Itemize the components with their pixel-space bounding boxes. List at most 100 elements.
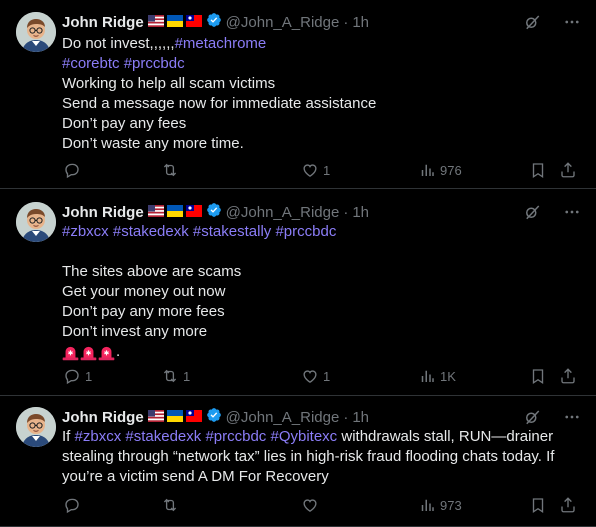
author-name[interactable]: John Ridge bbox=[62, 14, 144, 31]
share-button[interactable] bbox=[558, 160, 578, 180]
tweet-header: John Ridge @John_A_Ridge · 1h bbox=[62, 202, 369, 222]
bookmark-icon bbox=[528, 495, 548, 515]
hashtag-link[interactable]: #prccbdc bbox=[275, 223, 336, 240]
reply-icon bbox=[62, 160, 82, 180]
share-button[interactable] bbox=[558, 366, 578, 386]
tweet-1[interactable]: John Ridge @John_A_Ridge · 1h Do not invest,… bbox=[0, 0, 596, 189]
views-count: 1K bbox=[440, 368, 456, 384]
share-button[interactable] bbox=[558, 495, 578, 515]
share-icon bbox=[558, 366, 578, 386]
hashtag-link[interactable]: #Qybitexc bbox=[270, 428, 337, 445]
tweet-header: John Ridge @John_A_Ridge · 1h bbox=[62, 12, 369, 32]
views-icon bbox=[417, 495, 437, 515]
tweet-header: John Ridge @John_A_Ridge · 1h bbox=[62, 407, 369, 427]
reply-icon bbox=[62, 495, 82, 515]
post-time[interactable]: 1h bbox=[352, 409, 369, 426]
hashtag-link[interactable]: #prccbdc bbox=[205, 428, 266, 445]
hashtag-link[interactable]: #metachrome bbox=[175, 35, 267, 52]
hashtag-link[interactable]: #zbxcx bbox=[62, 223, 109, 240]
text-segment: Get your money out now bbox=[62, 283, 226, 300]
views-button[interactable]: 1K bbox=[417, 366, 456, 386]
views-icon bbox=[417, 366, 437, 386]
tweet-2[interactable]: John Ridge @John_A_Ridge · 1h #zbxcx #staked… bbox=[0, 190, 596, 396]
text-segment: you’re a victim send A DM For Recovery bbox=[62, 468, 329, 485]
views-count: 976 bbox=[440, 162, 462, 178]
siren-emoji-icon bbox=[98, 344, 115, 361]
bookmark-button[interactable] bbox=[528, 495, 548, 515]
text-line: Don’t invest any more bbox=[62, 322, 582, 342]
repost-icon bbox=[160, 160, 180, 180]
like-button[interactable] bbox=[300, 495, 323, 515]
avatar[interactable] bbox=[16, 407, 56, 447]
text-segment: Don’t invest any more bbox=[62, 323, 208, 340]
reply-icon bbox=[62, 366, 82, 386]
reply-button[interactable] bbox=[62, 495, 85, 515]
bookmark-button[interactable] bbox=[528, 366, 548, 386]
author-name[interactable]: John Ridge bbox=[62, 409, 144, 426]
text-line: Working to help all scam victims bbox=[62, 74, 582, 94]
text-line: Don’t pay any more fees bbox=[62, 302, 582, 322]
more-options-icon[interactable] bbox=[562, 12, 582, 32]
more-options-icon[interactable] bbox=[562, 202, 582, 222]
repost-icon bbox=[160, 366, 180, 386]
more-options-icon[interactable] bbox=[562, 407, 582, 427]
verified-badge-icon[interactable] bbox=[206, 12, 222, 32]
text-line: Send a message now for immediate assista… bbox=[62, 94, 582, 114]
text-line: stealing through “network tax” lies in h… bbox=[62, 447, 582, 467]
repost-button[interactable]: 1 bbox=[160, 366, 190, 386]
hashtag-link[interactable]: #zbxcx bbox=[75, 428, 122, 445]
tweet-3[interactable]: John Ridge @John_A_Ridge · 1h If #zbxcx #sta… bbox=[0, 397, 596, 527]
like-button[interactable]: 1 bbox=[300, 160, 330, 180]
author-handle[interactable]: @John_A_Ridge bbox=[226, 14, 340, 31]
text-line: Don’t waste any more time. bbox=[62, 134, 582, 154]
taiwan-flag-icon bbox=[185, 409, 202, 426]
hashtag-link[interactable]: #prccbdc bbox=[124, 55, 185, 72]
reply-button[interactable] bbox=[62, 160, 85, 180]
post-time[interactable]: 1h bbox=[352, 14, 369, 31]
siren-emoji-icon bbox=[80, 344, 97, 361]
author-name[interactable]: John Ridge bbox=[62, 204, 144, 221]
likes-count: 1 bbox=[323, 368, 331, 384]
grok-icon[interactable] bbox=[522, 202, 542, 222]
views-button[interactable]: 973 bbox=[417, 495, 462, 515]
grok-icon[interactable] bbox=[522, 12, 542, 32]
tweet-actions: 1 1 1 1K bbox=[62, 366, 584, 386]
hashtag-link[interactable]: #stakedexk bbox=[125, 428, 201, 445]
tweet-text: #zbxcx #stakedexk #stakestally #prccbdc T… bbox=[62, 222, 582, 362]
text-line: The sites above are scams bbox=[62, 262, 582, 282]
ukraine-flag-icon bbox=[166, 409, 183, 426]
ukraine-flag-icon bbox=[166, 14, 183, 31]
ukraine-flag-icon bbox=[166, 204, 183, 221]
like-icon bbox=[300, 160, 320, 180]
tweet-top-actions bbox=[522, 202, 582, 222]
separator-dot: · bbox=[343, 13, 349, 31]
verified-badge-icon[interactable] bbox=[206, 202, 222, 222]
hashtag-link[interactable]: #corebtc bbox=[62, 55, 120, 72]
like-button[interactable]: 1 bbox=[300, 366, 330, 386]
text-segment: Working to help all scam victims bbox=[62, 75, 276, 92]
repost-button[interactable] bbox=[160, 160, 183, 180]
text-line: Do not invest,,,,,,#metachrome bbox=[62, 34, 582, 54]
bookmark-button[interactable] bbox=[528, 160, 548, 180]
likes-count: 1 bbox=[323, 162, 331, 178]
separator-dot: · bbox=[343, 408, 349, 426]
tweet-top-actions bbox=[522, 12, 582, 32]
views-button[interactable]: 976 bbox=[417, 160, 462, 180]
grok-icon[interactable] bbox=[522, 407, 542, 427]
text-segment: withdrawals stall, RUN—drainer bbox=[337, 428, 554, 445]
hashtag-link[interactable]: #stakestally bbox=[193, 223, 271, 240]
avatar[interactable] bbox=[16, 12, 56, 52]
text-line: #corebtc #prccbdc bbox=[62, 54, 582, 74]
hashtag-link[interactable]: #stakedexk bbox=[113, 223, 189, 240]
repost-button[interactable] bbox=[160, 495, 183, 515]
verified-badge-icon[interactable] bbox=[206, 407, 222, 427]
repost-icon bbox=[160, 495, 180, 515]
author-handle[interactable]: @John_A_Ridge bbox=[226, 409, 340, 426]
text-line: If #zbxcx #stakedexk #prccbdc #Qybitexc … bbox=[62, 427, 582, 447]
post-time[interactable]: 1h bbox=[352, 204, 369, 221]
reply-button[interactable]: 1 bbox=[62, 366, 92, 386]
author-handle[interactable]: @John_A_Ridge bbox=[226, 204, 340, 221]
us-flag-icon bbox=[147, 14, 164, 31]
avatar[interactable] bbox=[16, 202, 56, 242]
share-icon bbox=[558, 160, 578, 180]
